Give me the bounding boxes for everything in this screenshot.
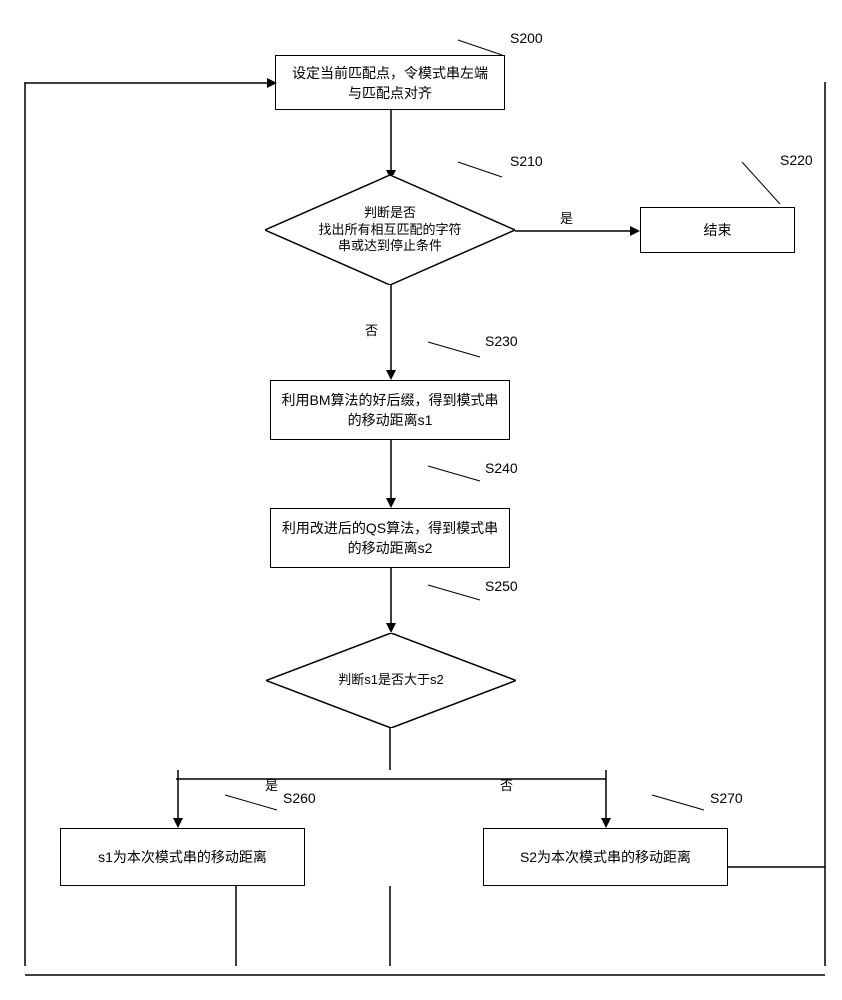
step-s240-text: 利用改进后的QS算法，得到模式串的移动距离s2	[281, 518, 499, 558]
step-s270-text: S2为本次模式串的移动距离	[520, 847, 691, 867]
leader-s260	[225, 795, 285, 818]
arrow-split-s270	[600, 768, 612, 831]
step-s220-box: 结束	[640, 207, 795, 253]
step-s230-label: S230	[485, 333, 518, 349]
step-s260-label: S260	[283, 790, 316, 806]
step-s250-text: 判断s1是否大于s2	[266, 633, 516, 728]
step-s240-label: S240	[485, 460, 518, 476]
leader-s220	[742, 162, 792, 211]
line-left-vertical	[23, 82, 27, 969]
label-yes-s210: 是	[560, 208, 573, 227]
step-s270-box: S2为本次模式串的移动距离	[483, 828, 728, 886]
leader-s270	[652, 795, 712, 818]
arrow-s210-s220	[515, 224, 640, 240]
arrow-s240-s250	[385, 568, 397, 636]
step-s200-text: 设定当前匹配点，令模式串左端与匹配点对齐	[286, 63, 494, 103]
step-s230-box: 利用BM算法的好后缀，得到模式串的移动距离s1	[270, 380, 510, 440]
step-s220-label: S220	[780, 152, 813, 168]
line-s260-down	[234, 886, 238, 969]
step-s250-label: S250	[485, 578, 518, 594]
step-s270-label: S270	[710, 790, 743, 806]
step-s230-text: 利用BM算法的好后缀，得到模式串的移动距离s1	[281, 390, 499, 430]
arrow-feedback-s200	[25, 76, 277, 92]
line-right-vertical	[823, 82, 827, 969]
step-s260-box: s1为本次模式串的移动距离	[60, 828, 305, 886]
line-center-down	[388, 886, 392, 969]
step-s200-box: 设定当前匹配点，令模式串左端与匹配点对齐	[275, 55, 505, 110]
line-split-horizontal	[176, 768, 606, 784]
leader-s210	[458, 162, 508, 185]
line-s250-down	[388, 728, 392, 773]
leader-s240	[428, 466, 488, 489]
line-merge-horizontal	[25, 964, 825, 980]
arrow-s230-s240	[385, 440, 397, 511]
step-s210-label: S210	[510, 153, 543, 169]
arrow-s210-s230	[385, 285, 397, 383]
step-s260-text: s1为本次模式串的移动距离	[98, 847, 267, 867]
arrow-split-s260	[172, 768, 184, 831]
label-no-s250: 否	[500, 775, 513, 794]
step-s200-label: S200	[510, 30, 543, 46]
step-s240-box: 利用改进后的QS算法，得到模式串的移动距离s2	[270, 508, 510, 568]
arrow-s200-s210	[385, 110, 397, 183]
step-s210-text: 判断是否 找出所有相互匹配的字符 串或达到停止条件	[265, 175, 515, 285]
step-s250-diamond: 判断s1是否大于s2	[266, 633, 516, 728]
line-s270-right	[728, 856, 828, 872]
step-s220-text: 结束	[704, 220, 732, 240]
step-s210-diamond: 判断是否 找出所有相互匹配的字符 串或达到停止条件	[265, 175, 515, 285]
leader-s250	[428, 585, 488, 608]
leader-s230	[428, 342, 488, 365]
leader-s200	[458, 40, 508, 63]
label-no-s210: 否	[365, 320, 378, 339]
label-yes-s250: 是	[265, 775, 278, 794]
